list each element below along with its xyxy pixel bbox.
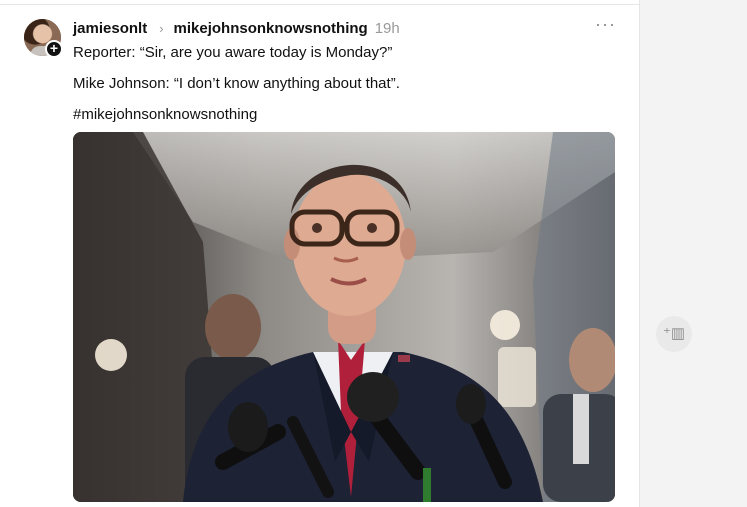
feed-column: + jamiesonlt › mikejohnsonknowsnothing 1… xyxy=(0,0,640,507)
post-text-line: Reporter: “Sir, are you aware today is M… xyxy=(73,44,393,61)
post: + jamiesonlt › mikejohnsonknowsnothing 1… xyxy=(0,5,640,507)
follow-plus-icon[interactable]: + xyxy=(45,40,63,58)
post-header: jamiesonlt › mikejohnsonknowsnothing 19h xyxy=(73,19,400,37)
post-time[interactable]: 19h xyxy=(375,20,400,37)
username-link[interactable]: jamiesonlt xyxy=(73,20,147,37)
post-hashtag-line[interactable]: #mikejohnsonknowsnothing xyxy=(73,106,257,123)
post-photo[interactable] xyxy=(73,132,615,502)
add-column-icon[interactable]: ⁺▥ xyxy=(656,316,692,352)
photo-illustration xyxy=(73,132,615,502)
topic-link[interactable]: mikejohnsonknowsnothing xyxy=(174,20,368,37)
more-icon[interactable]: ··· xyxy=(595,15,615,34)
post-text-line: Mike Johnson: “I don’t know anything abo… xyxy=(73,75,400,92)
chevron-right-icon: › xyxy=(159,20,164,36)
